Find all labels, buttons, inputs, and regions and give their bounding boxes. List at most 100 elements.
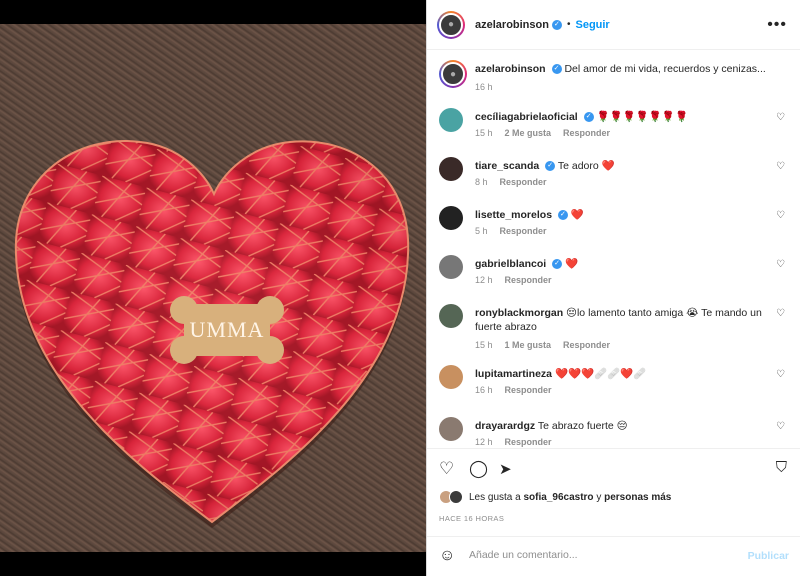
post-header: ● azelarobinson ✓ • Seguir ••• — [427, 0, 800, 50]
comment-input[interactable] — [469, 549, 739, 561]
comment-meta: 8 h Responder — [475, 177, 559, 187]
liker-avatar — [449, 490, 463, 504]
post-timestamp: HACE 16 HORAS — [439, 514, 505, 523]
comment-text: ❤️ — [565, 258, 579, 270]
caption-time: 16 h — [475, 82, 493, 92]
commenter-avatar[interactable] — [439, 206, 463, 230]
comment-text: 🌹🌹🌹🌹🌹🌹🌹 — [596, 111, 689, 123]
commenter-username[interactable]: gabrielblancoi — [475, 258, 546, 270]
caption-avatar[interactable]: ● — [439, 60, 467, 88]
commenter-username[interactable]: lisette_morelos — [475, 209, 552, 221]
comment-bubble-icon[interactable]: ◯ — [469, 459, 488, 479]
comment-like-heart-icon[interactable]: ♡ — [776, 369, 785, 380]
comment-time: 15 h — [475, 340, 493, 350]
reply-button[interactable]: Responder — [500, 177, 547, 187]
comment-time: 12 h — [475, 437, 493, 447]
comment-time: 16 h — [475, 385, 493, 395]
bone-plaque: UMMA — [170, 296, 284, 364]
heart-mosaic-image: UMMA — [14, 140, 410, 528]
dog-icon: ● — [447, 19, 455, 30]
reply-button[interactable]: Responder — [505, 437, 552, 447]
comment-like-heart-icon[interactable]: ♡ — [776, 161, 785, 172]
commenter-avatar[interactable] — [439, 304, 463, 328]
comment-like-heart-icon[interactable]: ♡ — [776, 421, 785, 432]
comment-text-block: lisette_morelos ✓ ❤️ — [475, 208, 775, 222]
likes-summary: Les gusta a sofia_96castro y personas má… — [439, 490, 671, 504]
comment-row: cecíliagabrielaoficial ✓ 🌹🌹🌹🌹🌹🌹🌹 15 h 2 Me… — [439, 108, 791, 156]
comment-like-heart-icon[interactable]: ♡ — [776, 112, 785, 123]
dog-icon: ● — [449, 68, 457, 80]
share-send-icon[interactable]: ➤ — [499, 460, 512, 478]
commenter-username[interactable]: lupitamartineza — [475, 368, 552, 380]
comment-text-block: gabrielblancoi ✓ ❤️ — [475, 257, 775, 271]
commenter-username[interactable]: drayarardgz — [475, 420, 535, 432]
like-heart-icon[interactable]: ♡ — [439, 459, 454, 479]
likes-connector: y — [596, 491, 602, 503]
likes-text: Les gusta a sofia_96castro y personas má… — [469, 492, 671, 503]
commenter-avatar[interactable] — [439, 365, 463, 389]
verified-badge-icon: ✓ — [557, 210, 568, 221]
likes-prefix: Les gusta a — [469, 491, 521, 503]
verified-badge-icon: ✓ — [551, 19, 562, 30]
likes-user[interactable]: sofia_96castro — [524, 492, 594, 503]
comment-row: ronyblackmorgan 😔lo lamento tanto amiga … — [439, 304, 791, 352]
emoji-icon[interactable]: ☺ — [439, 547, 455, 565]
reply-button[interactable]: Responder — [563, 340, 610, 350]
reply-button[interactable]: Responder — [505, 385, 552, 395]
comment-meta: 15 h 2 Me gusta Responder — [475, 128, 622, 138]
caption-username[interactable]: azelarobinson — [475, 63, 546, 75]
likes-others[interactable]: personas más — [604, 492, 671, 503]
reply-button[interactable]: Responder — [500, 226, 547, 236]
comment-likes[interactable]: 2 Me gusta — [505, 128, 552, 138]
comment-row: tiare_scanda ✓ Te adoro ❤️ 8 h Responder ♡ — [439, 157, 791, 205]
media-bottom-bar — [0, 552, 426, 576]
comment-row: lisette_morelos ✓ ❤️ 5 h Responder ♡ — [439, 206, 791, 254]
verified-badge-icon: ✓ — [552, 259, 563, 270]
author-avatar[interactable]: ● — [437, 10, 465, 39]
action-bar: ♡ ◯ ➤ ⛉ — [427, 448, 800, 486]
comment-text-block: cecíliagabrielaoficial ✓ 🌹🌹🌹🌹🌹🌹🌹 — [475, 110, 775, 124]
comment-like-heart-icon[interactable]: ♡ — [776, 210, 785, 221]
commenter-username[interactable]: cecíliagabrielaoficial — [475, 111, 578, 123]
publish-button[interactable]: Publicar — [748, 550, 789, 562]
comment-time: 5 h — [475, 226, 488, 236]
comment-text-block: tiare_scanda ✓ Te adoro ❤️ — [475, 159, 775, 173]
commenter-avatar[interactable] — [439, 417, 463, 441]
comment-row: gabrielblancoi ✓ ❤️ 12 h Responder ♡ — [439, 255, 791, 303]
comment-likes[interactable]: 1 Me gusta — [505, 340, 552, 350]
separator-dot: • — [566, 19, 571, 30]
commenter-username[interactable]: tiare_scanda — [475, 160, 539, 172]
comment-text: ❤️ — [570, 209, 584, 221]
comment-composer: ☺ Publicar — [427, 536, 800, 576]
comment-meta: 12 h Responder — [475, 275, 564, 285]
commenter-avatar[interactable] — [439, 255, 463, 279]
comment-text: Te adoro ❤️ — [557, 160, 615, 172]
comment-text: ❤️❤️❤️🩹🩹❤️🩹 — [554, 368, 647, 380]
follow-button[interactable]: Seguir — [575, 19, 609, 31]
comment-like-heart-icon[interactable]: ♡ — [776, 259, 785, 270]
commenter-username[interactable]: ronyblackmorgan — [475, 307, 563, 319]
post-image[interactable]: UMMA — [0, 24, 426, 552]
comment-text-block: ronyblackmorgan 😔lo lamento tanto amiga … — [475, 306, 775, 334]
caption-meta: 16 h — [475, 82, 505, 92]
comment-row: lupitamartineza ❤️❤️❤️🩹🩹❤️🩹 16 h Responder… — [439, 365, 791, 413]
reply-button[interactable]: Responder — [505, 275, 552, 285]
comment-time: 8 h — [475, 177, 488, 187]
caption-text-block: azelarobinson ✓ Del amor de mi vida, rec… — [475, 62, 775, 76]
comment-time: 15 h — [475, 128, 493, 138]
media-top-bar — [0, 0, 426, 24]
comments-list[interactable]: ● azelarobinson ✓ Del amor de mi vida, r… — [427, 50, 800, 448]
more-options-icon[interactable]: ••• — [767, 16, 787, 34]
save-bookmark-icon[interactable]: ⛉ — [776, 459, 787, 476]
comment-meta: 12 h Responder — [475, 437, 564, 447]
caption-text: Del amor de mi vida, recuerdos y cenizas… — [564, 63, 766, 75]
reply-button[interactable]: Responder — [563, 128, 610, 138]
post-side-panel: ● azelarobinson ✓ • Seguir ••• ● azelaro… — [426, 0, 800, 576]
comment-meta: 16 h Responder — [475, 385, 564, 395]
commenter-avatar[interactable] — [439, 157, 463, 181]
comment-text-block: lupitamartineza ❤️❤️❤️🩹🩹❤️🩹 — [475, 367, 775, 381]
comment-like-heart-icon[interactable]: ♡ — [776, 308, 785, 319]
commenter-avatar[interactable] — [439, 108, 463, 132]
comment-time: 12 h — [475, 275, 493, 285]
author-username[interactable]: azelarobinson — [475, 19, 549, 31]
